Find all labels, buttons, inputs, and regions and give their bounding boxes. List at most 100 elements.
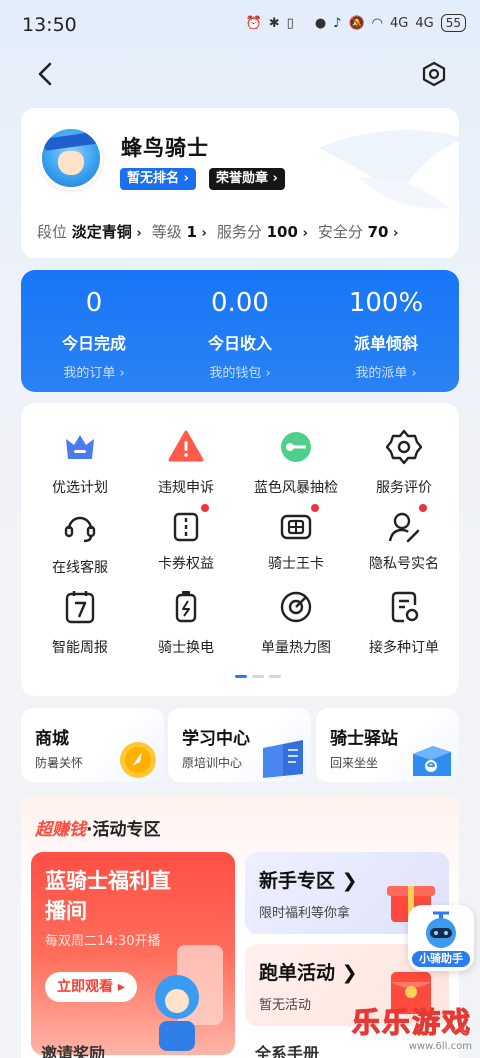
- today-value: 0.00: [211, 288, 269, 318]
- grid-item-multi-orders[interactable]: 接多种订单: [349, 587, 459, 657]
- user-edit-icon: [388, 512, 420, 543]
- today-dispatch[interactable]: 100% 派单倾斜 我的派单 ›: [313, 270, 459, 381]
- today-label: 今日完成: [61, 334, 126, 353]
- calendar-7-icon: [65, 591, 95, 624]
- run-title-label: 跑单活动: [259, 962, 336, 984]
- grid-label: 骑士王卡: [268, 556, 324, 572]
- invite-reward-peek[interactable]: 邀请奖励: [41, 1040, 241, 1058]
- honor-badge-label: 荣誉勋章: [216, 171, 269, 186]
- today-panel: 0 今日完成 我的订单 › 0.00 今日收入 我的钱包 › 100% 派单倾斜…: [21, 270, 459, 392]
- activity-hot-label: 超赚钱: [35, 820, 86, 840]
- stat-safety-score[interactable]: 安全分 70 ›: [318, 221, 399, 242]
- assistant-button[interactable]: 小骑助手: [408, 905, 474, 971]
- page-dot: [252, 675, 264, 678]
- today-completed[interactable]: 0 今日完成 我的订单 ›: [21, 270, 167, 381]
- avatar[interactable]: [39, 126, 103, 190]
- grid-label: 单量热力图: [261, 640, 331, 656]
- chevron-right-icon: ›: [297, 226, 308, 241]
- today-label: 派单倾斜: [353, 334, 418, 353]
- stat-label: 段位: [37, 223, 68, 241]
- stat-value: 70: [367, 223, 389, 241]
- today-income[interactable]: 0.00 今日收入 我的钱包 ›: [167, 270, 313, 381]
- grid-label: 隐私号实名: [369, 556, 439, 572]
- grid-label: 卡券权益: [158, 556, 214, 572]
- grid-label: 骑士换电: [158, 640, 214, 656]
- assistant-label: 小骑助手: [412, 951, 470, 967]
- grid-item-preferred-plan[interactable]: 优选计划: [25, 427, 135, 497]
- today-link-label: 我的钱包: [209, 366, 262, 381]
- shortcut-title: 商城: [35, 729, 69, 749]
- settings-icon[interactable]: [420, 60, 448, 88]
- shortcut-sub: 回来坐坐: [330, 756, 379, 770]
- avatar-face: [58, 151, 84, 175]
- grid-item-storm-check[interactable]: 蓝色风暴抽检: [241, 427, 351, 497]
- grid-label: 接多种订单: [369, 640, 439, 656]
- page-dot: [269, 675, 281, 678]
- battery-icon: 55: [440, 14, 466, 32]
- shortcut-mall[interactable]: 商城 防暑关怀: [21, 708, 164, 782]
- today-link-label: 我的派单: [355, 366, 408, 381]
- bird-logo-watermark-icon: [319, 130, 459, 209]
- honor-badge[interactable]: 荣誉勋章 ›: [209, 168, 285, 190]
- station-icon: [413, 746, 451, 776]
- shortcut-sub: 原培训中心: [182, 756, 243, 770]
- avatar-banner: [43, 131, 100, 151]
- star-icon: [385, 429, 423, 465]
- today-link-label: 我的订单: [63, 366, 116, 381]
- shortcut-sub: 防暑关怀: [35, 756, 84, 770]
- today-link[interactable]: 我的钱包 ›: [167, 362, 313, 381]
- run-sub: 暂无活动: [259, 998, 312, 1013]
- stat-value: 100: [266, 223, 298, 241]
- shortcut-rider-station[interactable]: 骑士驿站 回来坐坐: [316, 708, 459, 782]
- grid-item-online-support[interactable]: 在线客服: [25, 507, 135, 577]
- live-stream-card[interactable]: 蓝骑士福利直播间 每双周二14:30开播 立即观看 ▸: [31, 852, 235, 1055]
- chevron-right-circle-icon: ❯: [341, 870, 358, 892]
- alarm-icon: ⏰: [245, 15, 262, 31]
- signal-icon: 4G: [390, 15, 409, 31]
- warning-icon: [168, 430, 204, 462]
- mic-icon: ♪: [333, 15, 342, 31]
- grid-item-coupons[interactable]: 卡券权益: [131, 504, 241, 573]
- today-link[interactable]: 我的订单 ›: [21, 362, 167, 381]
- grid-item-appeal[interactable]: 违规申诉: [131, 427, 241, 497]
- stat-level[interactable]: 等级 1 ›: [152, 221, 207, 242]
- grid-item-weekly-report[interactable]: 智能周报: [25, 587, 135, 657]
- notification-dot: [419, 504, 427, 512]
- stat-label: 服务分: [216, 223, 262, 241]
- grid-item-privacy-name[interactable]: 隐私号实名: [349, 504, 459, 573]
- vibrate-icon: ▯: [286, 15, 294, 31]
- back-icon[interactable]: [34, 60, 58, 88]
- notification-dot: [201, 504, 209, 512]
- watch-now-label: 立即观看: [57, 979, 113, 995]
- watermark-main: 乐乐游戏: [351, 1005, 472, 1039]
- grid-label: 服务评价: [376, 480, 432, 496]
- order-icon: [391, 591, 419, 623]
- grid-item-service-rating[interactable]: 服务评价: [349, 427, 459, 497]
- watermark-url: www.6ll.com: [408, 1041, 472, 1052]
- status-time: 13:50: [22, 14, 77, 36]
- shortcut-title: 骑士驿站: [330, 729, 398, 749]
- shortcut-learning[interactable]: 学习中心 原培训中心: [168, 708, 311, 782]
- watch-now-button[interactable]: 立即观看 ▸: [45, 972, 137, 1002]
- grid-item-heatmap[interactable]: 单量热力图: [241, 587, 351, 657]
- user-edit-icon-wrap: [384, 504, 427, 547]
- today-value: 100%: [348, 288, 424, 318]
- watermark: 乐乐游戏 www.6ll.com: [351, 1001, 472, 1052]
- stat-rank-tier[interactable]: 段位 淡定青铜 ›: [37, 221, 142, 242]
- grid-item-rider-card[interactable]: 骑士王卡: [241, 504, 351, 573]
- stat-service-score[interactable]: 服务分 100 ›: [217, 221, 308, 242]
- nav-bar: [0, 56, 480, 92]
- status-icons: ⏰ ✱ ▯ ● ♪ 🔕 ◠ 4G 4G 55: [246, 14, 466, 32]
- key-icon: [281, 432, 311, 462]
- coupon-icon-wrap: [166, 504, 209, 547]
- grid-item-battery-swap[interactable]: 骑士换电: [131, 587, 241, 657]
- page-indicator: [235, 675, 281, 678]
- mute-icon: 🔕: [348, 15, 365, 31]
- chevron-right-icon: ›: [196, 226, 207, 241]
- today-link[interactable]: 我的派单 ›: [313, 362, 459, 381]
- grid-label: 优选计划: [52, 480, 108, 496]
- rider-mascot-icon: [155, 945, 223, 1051]
- stats-row: 段位 淡定青铜 › 等级 1 › 服务分 100 › 安全分 70 ›: [37, 221, 398, 242]
- rank-badge[interactable]: 暂无排名 ›: [120, 168, 196, 190]
- today-label: 今日收入: [207, 334, 272, 353]
